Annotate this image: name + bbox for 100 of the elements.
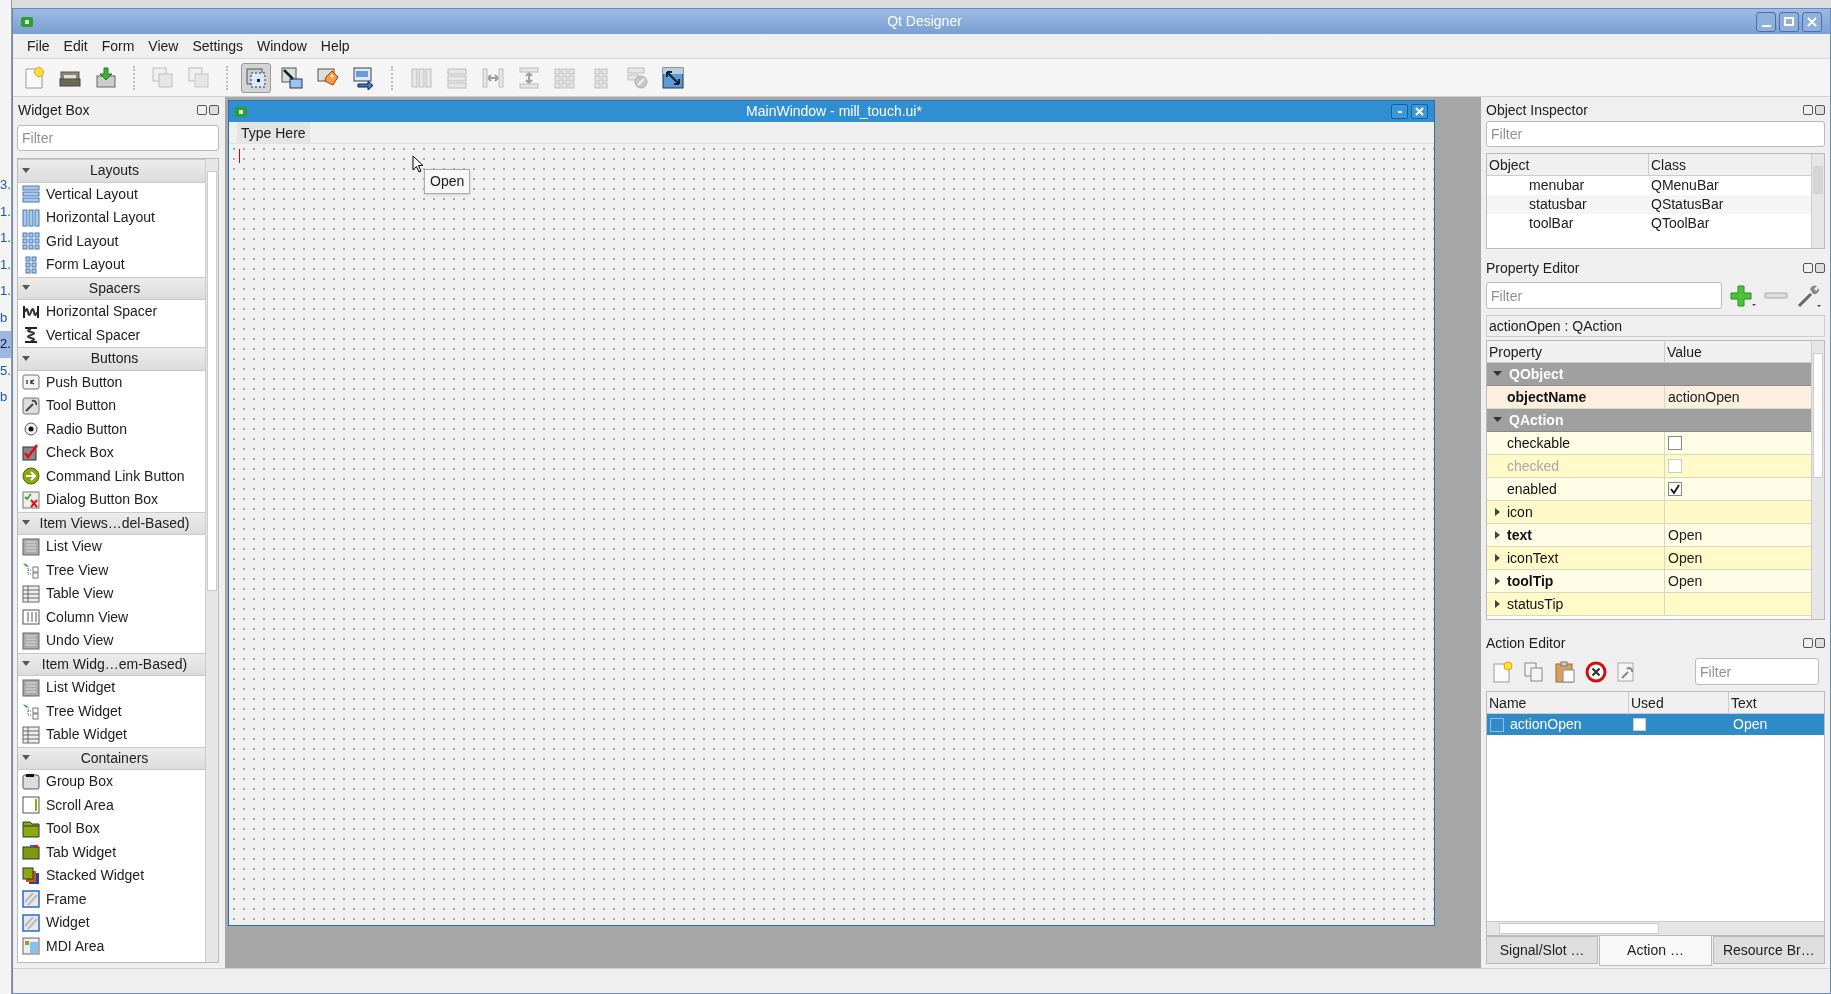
widget-item[interactable]: Frame — [46, 888, 87, 910]
widget-item[interactable]: Stacked Widget — [46, 865, 145, 887]
column-header[interactable]: Name — [1487, 692, 1629, 713]
widget-item[interactable]: Tool Box — [46, 818, 100, 840]
checkbox[interactable] — [1668, 436, 1682, 450]
checkbox[interactable] — [1633, 718, 1646, 731]
scrollbar[interactable] — [1811, 154, 1824, 248]
widget-item[interactable]: MDI Area — [46, 935, 105, 957]
delete-icon[interactable] — [1585, 660, 1607, 683]
property-value[interactable]: Open — [1668, 547, 1703, 569]
menu-item[interactable]: Form — [95, 35, 141, 57]
widget-item[interactable]: Radio Button — [46, 418, 127, 440]
widget-item[interactable]: Push Button — [46, 371, 123, 393]
widget-item[interactable]: Vertical Layout — [46, 183, 138, 205]
app-icon — [21, 16, 33, 27]
float-icon[interactable] — [1803, 105, 1813, 115]
category-header[interactable]: Item Widg…em-Based) — [18, 652, 205, 676]
tab[interactable]: Action … — [1599, 936, 1712, 966]
close-icon[interactable] — [1815, 105, 1825, 115]
scrollbar[interactable] — [1487, 921, 1824, 935]
close-icon[interactable] — [1815, 638, 1825, 648]
add-icon[interactable] — [1730, 283, 1756, 308]
panel-title: Widget Box — [17, 100, 91, 120]
widget-item[interactable]: Horizontal Spacer — [46, 301, 158, 323]
widget-item[interactable]: Tree View — [46, 559, 109, 581]
scrollbar[interactable] — [205, 159, 218, 962]
menu-item[interactable]: Help — [314, 35, 356, 57]
column-header[interactable]: Used — [1629, 692, 1729, 713]
widget-item[interactable]: Scroll Area — [46, 794, 114, 816]
category-header[interactable]: Layouts — [18, 159, 205, 183]
minimize-button[interactable] — [1391, 104, 1408, 119]
filter-field[interactable]: Filter — [1695, 658, 1819, 685]
column-header[interactable]: Value — [1665, 341, 1811, 362]
expand-arrow-icon[interactable] — [1494, 554, 1500, 562]
menu-item[interactable]: Window — [251, 35, 313, 57]
widget-item[interactable]: Table View — [46, 583, 114, 605]
widget-item[interactable]: Form Layout — [46, 254, 125, 276]
minimize-button[interactable] — [1756, 11, 1776, 32]
paste-icon[interactable] — [1554, 660, 1576, 683]
category-header[interactable]: Buttons — [18, 347, 205, 371]
tree-item[interactable]: menubar — [1487, 175, 1649, 196]
category-header[interactable]: Spacers — [18, 276, 205, 300]
wrench-icon[interactable] — [1796, 282, 1822, 309]
expand-arrow-icon[interactable] — [1494, 600, 1500, 608]
expand-arrow-icon[interactable] — [1494, 577, 1500, 585]
float-icon[interactable] — [1803, 263, 1813, 273]
property-value[interactable]: actionOpen — [1668, 386, 1740, 408]
category-header[interactable]: Item Views…del-Based) — [18, 511, 205, 535]
widget-item[interactable]: Undo View — [46, 630, 114, 652]
filter-field[interactable]: Filter — [17, 125, 219, 151]
category-header[interactable]: Containers — [18, 746, 205, 770]
close-icon[interactable] — [1815, 263, 1825, 273]
scrollbar[interactable] — [1811, 341, 1824, 619]
widget-item[interactable]: Widget — [46, 912, 90, 934]
widget-item[interactable]: Vertical Spacer — [46, 324, 141, 346]
float-icon[interactable] — [197, 105, 207, 115]
widget-item[interactable]: Table Widget — [46, 724, 127, 746]
maximize-button[interactable] — [1779, 11, 1799, 32]
menu-item[interactable]: Edit — [57, 35, 94, 57]
expand-arrow-icon[interactable] — [1494, 531, 1500, 539]
caret-icon — [1493, 417, 1502, 423]
close-button[interactable] — [1411, 104, 1428, 119]
widget-item[interactable]: Tree Widget — [46, 700, 122, 722]
menu-item[interactable]: File — [21, 35, 56, 57]
widget-item[interactable]: Command Link Button — [46, 465, 185, 487]
tab[interactable]: Resource Br… — [1712, 936, 1825, 964]
tab[interactable]: Signal/Slot … — [1486, 936, 1599, 964]
signal-slot-icon — [280, 65, 304, 90]
widget-item[interactable]: Column View — [46, 606, 129, 628]
column-header[interactable]: Object — [1487, 154, 1649, 175]
column-header[interactable]: Text — [1729, 692, 1824, 713]
property-value[interactable]: Open — [1668, 570, 1703, 592]
close-icon[interactable] — [209, 105, 219, 115]
widget-item[interactable]: List View — [46, 536, 102, 558]
widget-item[interactable]: Horizontal Layout — [46, 207, 155, 229]
rows-icon — [22, 185, 40, 204]
menu-item[interactable]: View — [142, 35, 185, 57]
menu-placeholder[interactable]: Type Here — [237, 121, 310, 144]
expand-arrow-icon[interactable] — [1494, 508, 1500, 516]
select-widget-button[interactable] — [241, 62, 271, 93]
widget-item[interactable]: Tool Button — [46, 395, 117, 417]
column-header[interactable]: Property — [1487, 341, 1665, 362]
filter-field[interactable]: Filter — [1486, 282, 1722, 309]
checkbox[interactable] — [1668, 482, 1682, 496]
widget-item[interactable]: Grid Layout — [46, 230, 119, 252]
tree-item[interactable]: statusbar — [1487, 194, 1649, 215]
close-button[interactable] — [1802, 11, 1822, 32]
action-row[interactable]: actionOpen Open — [1487, 714, 1824, 735]
filter-field[interactable]: Filter — [1486, 121, 1825, 147]
widget-item[interactable]: Check Box — [46, 442, 114, 464]
widget-item[interactable]: Tab Widget — [46, 841, 117, 863]
widget-item[interactable]: List Widget — [46, 677, 116, 699]
column-header[interactable]: Class — [1649, 154, 1811, 175]
property-value[interactable]: Open — [1668, 524, 1703, 546]
hatched-frame-icon — [22, 913, 40, 932]
tree-item[interactable]: toolBar — [1487, 213, 1649, 234]
widget-item[interactable]: Dialog Button Box — [46, 489, 159, 511]
float-icon[interactable] — [1803, 638, 1813, 648]
widget-item[interactable]: Group Box — [46, 771, 113, 793]
menu-item[interactable]: Settings — [186, 35, 250, 57]
